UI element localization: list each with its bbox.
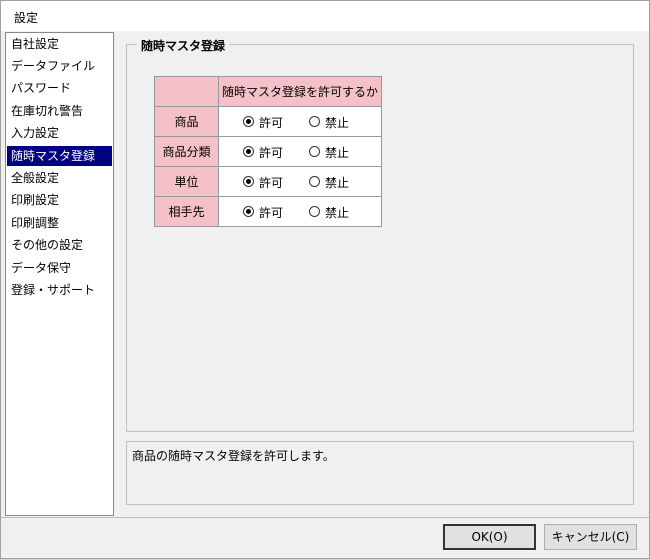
table-row: 商品 許可 禁止 xyxy=(154,106,382,137)
radio-deny-product[interactable]: 禁止 xyxy=(309,114,359,130)
sidebar-item-general[interactable]: 全般設定 xyxy=(7,168,112,188)
radio-deny-partner[interactable]: 禁止 xyxy=(309,204,359,220)
radio-deny-product-category[interactable]: 禁止 xyxy=(309,144,359,160)
radio-unchecked-icon xyxy=(309,206,320,217)
group-legend: 随時マスタ登録 xyxy=(137,37,230,54)
sidebar-item-company[interactable]: 自社設定 xyxy=(7,34,112,54)
radio-allow-unit[interactable]: 許可 xyxy=(243,174,293,190)
row-label: 相手先 xyxy=(154,196,219,227)
sidebar-item-registration-support[interactable]: 登録・サポート xyxy=(7,280,112,300)
settings-window: 設定 自社設定 データファイル パスワード 在庫切れ警告 入力設定 随時マスタ登… xyxy=(0,0,650,559)
sidebar-item-print[interactable]: 印刷設定 xyxy=(7,190,112,210)
radio-allow-partner[interactable]: 許可 xyxy=(243,204,293,220)
radio-unchecked-icon xyxy=(309,176,320,187)
permission-table: 随時マスタ登録を許可するか 商品 許可 禁止 商品分類 許可 禁止 単位 許可 … xyxy=(154,76,382,227)
settings-category-list[interactable]: 自社設定 データファイル パスワード 在庫切れ警告 入力設定 随時マスタ登録 全… xyxy=(5,32,114,516)
radio-allow-product-category[interactable]: 許可 xyxy=(243,144,293,160)
row-label: 単位 xyxy=(154,166,219,197)
ok-button[interactable]: OK(O) xyxy=(443,524,536,550)
table-row: 相手先 許可 禁止 xyxy=(154,196,382,227)
sidebar-item-adhoc-master[interactable]: 随時マスタ登録 xyxy=(7,146,112,166)
sidebar-item-other[interactable]: その他の設定 xyxy=(7,235,112,255)
window-title: 設定 xyxy=(14,11,39,25)
table-header: 随時マスタ登録を許可するか xyxy=(218,76,382,107)
table-row: 商品分類 許可 禁止 xyxy=(154,136,382,167)
row-label: 商品 xyxy=(154,106,219,137)
row-label: 商品分類 xyxy=(154,136,219,167)
sidebar-item-input[interactable]: 入力設定 xyxy=(7,123,112,143)
sidebar-item-data-file[interactable]: データファイル xyxy=(7,56,112,76)
cancel-button[interactable]: キャンセル(C) xyxy=(544,524,637,550)
title-bar: 設定 xyxy=(1,1,649,31)
radio-allow-product[interactable]: 許可 xyxy=(243,114,293,130)
radio-unchecked-icon xyxy=(309,116,320,127)
description-box: 商品の随時マスタ登録を許可します。 xyxy=(126,441,634,505)
description-text: 商品の随時マスタ登録を許可します。 xyxy=(132,449,335,463)
radio-unchecked-icon xyxy=(309,146,320,157)
radio-deny-unit[interactable]: 禁止 xyxy=(309,174,359,190)
table-corner xyxy=(154,76,219,107)
sidebar-item-password[interactable]: パスワード xyxy=(7,78,112,98)
table-row: 単位 許可 禁止 xyxy=(154,166,382,197)
sidebar-item-print-adjust[interactable]: 印刷調整 xyxy=(7,213,112,233)
sidebar-item-stock-warning[interactable]: 在庫切れ警告 xyxy=(7,101,112,121)
sidebar-item-data-maintenance[interactable]: データ保守 xyxy=(7,258,112,278)
